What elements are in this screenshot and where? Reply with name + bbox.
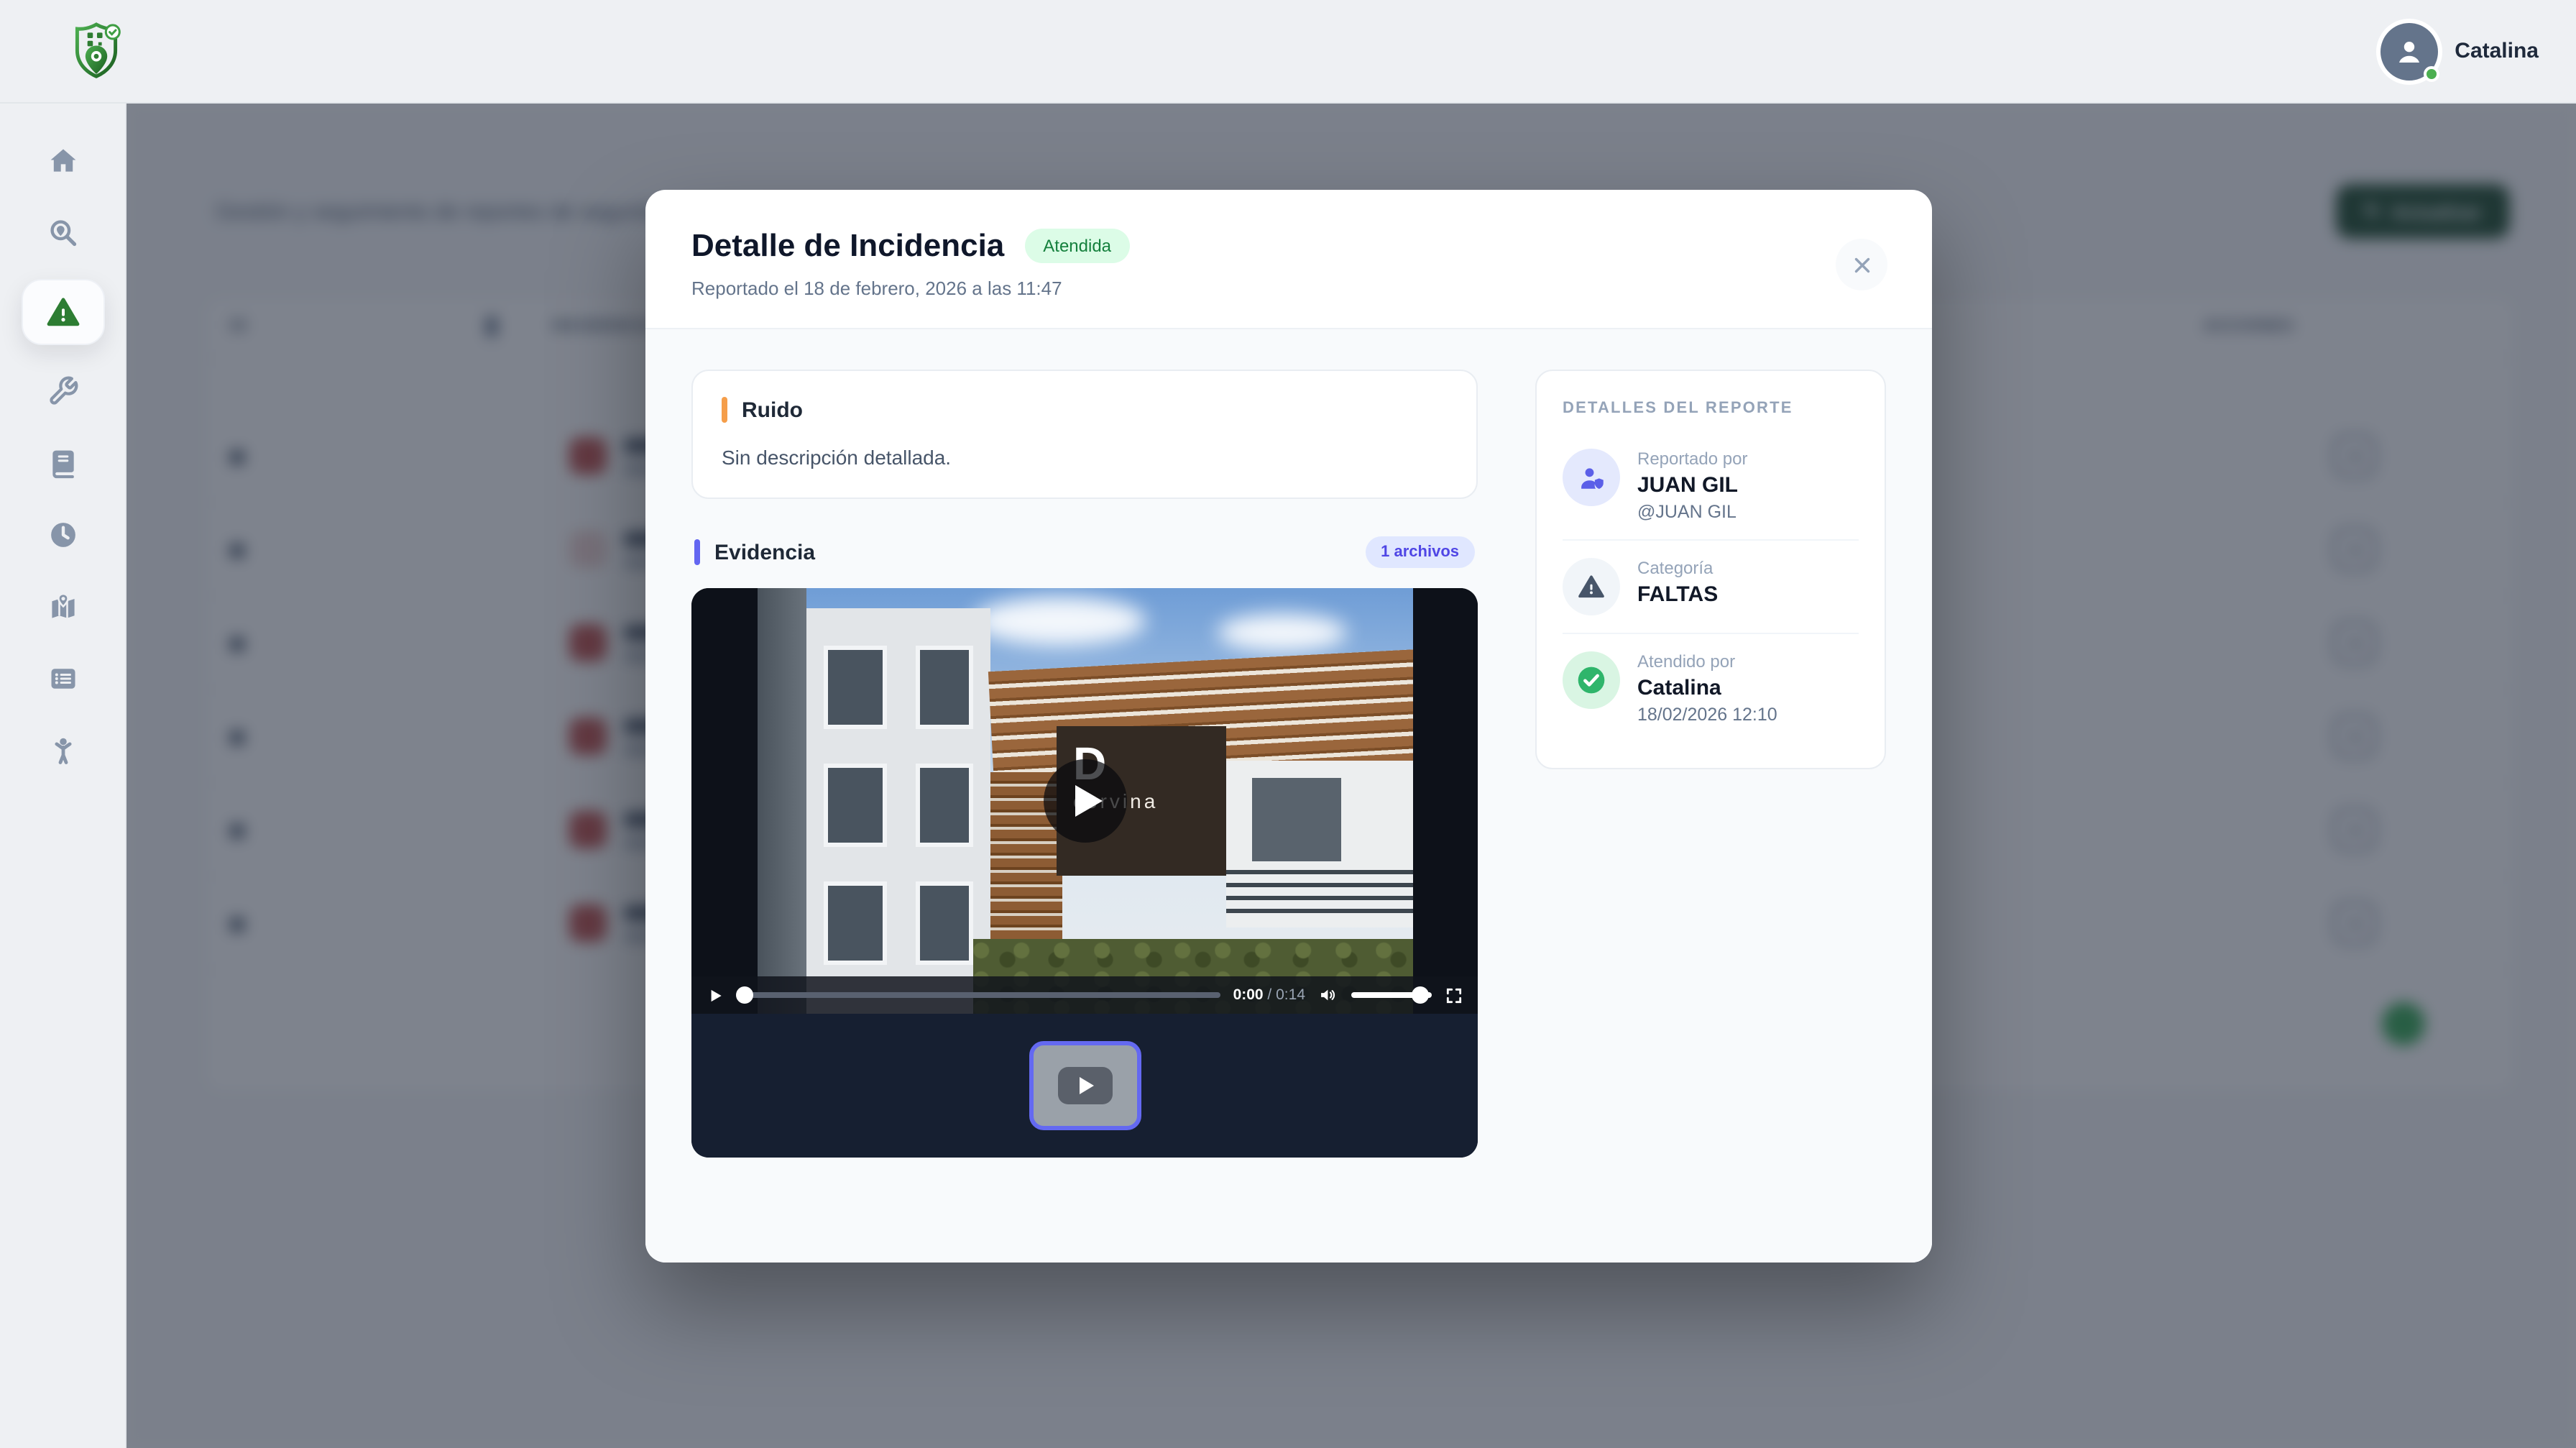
- sidebar-item-log[interactable]: [28, 437, 97, 489]
- video-play-overlay-button[interactable]: [1043, 759, 1126, 843]
- close-icon: [1849, 252, 1874, 277]
- sidebar-item-incidents[interactable]: [21, 279, 104, 345]
- check-circle-icon: [1563, 651, 1620, 709]
- indigo-accent-bar: [694, 539, 700, 565]
- fullscreen-icon: [1445, 986, 1463, 1004]
- sidebar-item-search[interactable]: [28, 207, 97, 259]
- sidebar-item-records[interactable]: [28, 653, 97, 705]
- modal-subtitle: Reportado el 18 de febrero, 2026 a las 1…: [691, 278, 1886, 299]
- category-row: Categoría FALTAS: [1563, 539, 1859, 633]
- incident-description: Sin descripción detallada.: [722, 446, 1448, 469]
- thumbnail-play-icon: [1057, 1067, 1112, 1104]
- home-icon: [47, 145, 78, 177]
- reporter-name: JUAN GIL: [1637, 473, 1747, 498]
- video-thumbnail-selected[interactable]: [1029, 1041, 1141, 1130]
- fullscreen-button[interactable]: [1445, 986, 1463, 1004]
- play-button[interactable]: [706, 986, 724, 1004]
- incident-type-title: Ruido: [742, 398, 803, 422]
- category-value: FALTAS: [1637, 582, 1718, 607]
- file-count-badge: 1 archivos: [1365, 536, 1475, 568]
- search-location-icon: [47, 217, 78, 249]
- sidebar-item-map[interactable]: [28, 581, 97, 633]
- sidebar-item-visitors[interactable]: [28, 725, 97, 776]
- sidebar-item-history[interactable]: [28, 509, 97, 561]
- details-heading: DETALLES DEL REPORTE: [1563, 400, 1859, 417]
- book-icon: [47, 447, 78, 479]
- reported-by-row: Reportado por JUAN GIL @JUAN GIL: [1563, 431, 1859, 539]
- modal-title: Detalle de Incidencia: [691, 227, 1004, 265]
- attended-by-row: Atendido por Catalina 18/02/2026 12:10: [1563, 633, 1859, 742]
- topbar: Catalina: [0, 0, 2576, 104]
- main-area: Gestión y seguimiento de reportes de seg…: [126, 104, 2576, 1448]
- video-controls: 0:00 / 0:14: [691, 976, 1478, 1014]
- sidebar-item-home[interactable]: [28, 135, 97, 187]
- thumbnail-strip: [691, 1014, 1478, 1158]
- attended-timestamp: 18/02/2026 12:10: [1637, 705, 1777, 725]
- incident-detail-modal: Detalle de Incidencia Atendida Reportado…: [645, 190, 1932, 1263]
- sidebar: [0, 104, 126, 1448]
- avatar: [2380, 22, 2437, 80]
- app-window: Catalina: [0, 0, 2576, 1448]
- shield-qr-pin-logo-icon: [69, 19, 124, 83]
- user-name: Catalina: [2455, 39, 2539, 63]
- video-player: D corvina: [691, 588, 1478, 1158]
- evidence-title: Evidencia: [714, 540, 815, 564]
- play-icon: [706, 986, 724, 1004]
- warning-triangle-icon: [45, 295, 80, 329]
- warning-triangle-icon: [1563, 558, 1620, 615]
- orange-accent-bar: [722, 397, 727, 423]
- modal-header: Detalle de Incidencia Atendida Reportado…: [645, 190, 1932, 328]
- close-button[interactable]: [1836, 239, 1887, 290]
- report-details-card: DETALLES DEL REPORTE Reportado por: [1535, 370, 1886, 769]
- volume-icon: [1318, 985, 1338, 1005]
- video-screen[interactable]: D corvina: [691, 588, 1478, 1014]
- map-pin-icon: [47, 591, 78, 623]
- mute-button[interactable]: [1318, 985, 1338, 1005]
- list-icon: [47, 663, 78, 695]
- sidebar-item-tools[interactable]: [28, 365, 97, 417]
- user-menu[interactable]: Catalina: [2380, 22, 2539, 80]
- app-logo[interactable]: [69, 19, 124, 83]
- user-shield-icon: [1563, 449, 1620, 506]
- volume-slider[interactable]: [1351, 992, 1432, 998]
- clock-icon: [47, 519, 78, 551]
- time-display: 0:00 / 0:14: [1233, 986, 1305, 1004]
- user-icon: [2391, 34, 2426, 68]
- video-progress-slider[interactable]: [737, 992, 1220, 998]
- attendant-name: Catalina: [1637, 676, 1777, 700]
- online-status-dot: [2423, 65, 2439, 81]
- reporter-handle: @JUAN GIL: [1637, 502, 1747, 522]
- status-badge: Atendida: [1024, 229, 1130, 263]
- person-icon: [47, 735, 78, 766]
- description-card: Ruido Sin descripción detallada.: [691, 370, 1478, 499]
- wrench-icon: [47, 375, 78, 407]
